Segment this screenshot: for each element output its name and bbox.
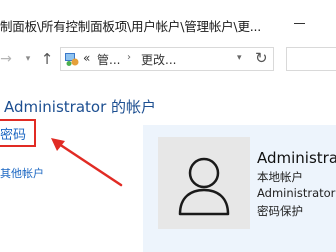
highlight-annotation <box>0 119 36 147</box>
manage-other-account-link[interactable]: 其他帐户 <box>0 165 44 181</box>
avatar <box>158 137 250 229</box>
navigation-bar: → ▾ ↑ « 管... › 更改... ▾ ↻ <box>0 40 336 78</box>
address-crumb-manage[interactable]: 管... <box>97 51 120 68</box>
window-title: 制面板\所有控制面板项\用户帐户\管理帐户\更... <box>0 19 262 34</box>
password-status: 密码保护 <box>257 204 303 218</box>
user-silhouette-icon <box>178 157 230 216</box>
forward-button[interactable]: → <box>0 49 14 69</box>
chevron-down-icon[interactable]: ▾ <box>237 53 242 63</box>
control-panel-icon <box>65 53 79 66</box>
account-group: Administrator <box>257 186 336 200</box>
address-separator: › <box>127 52 131 63</box>
title-bar: 制面板\所有控制面板项\用户帐户\管理帐户\更... <box>0 0 336 40</box>
minimize-button[interactable] <box>294 23 305 24</box>
account-info-panel: Administrator 本地帐户 Administrator 密码保护 <box>143 125 336 252</box>
red-arrow-annotation <box>51 138 123 187</box>
page-title: Administrator 的帐户 <box>4 98 157 116</box>
account-name: Administrator <box>257 149 336 167</box>
recent-locations-button[interactable]: ▾ <box>22 49 34 69</box>
address-bar[interactable]: « 管... › 更改... ▾ ↻ <box>60 47 274 71</box>
address-overflow[interactable]: « <box>83 51 90 65</box>
address-crumb-change[interactable]: 更改... <box>141 51 176 68</box>
account-type: 本地帐户 <box>257 170 303 184</box>
control-panel-window: 制面板\所有控制面板项\用户帐户\管理帐户\更... → ▾ ↑ « 管... … <box>0 0 336 252</box>
search-input[interactable] <box>286 47 336 71</box>
up-button[interactable]: ↑ <box>40 49 54 69</box>
refresh-icon[interactable]: ↻ <box>255 49 268 67</box>
